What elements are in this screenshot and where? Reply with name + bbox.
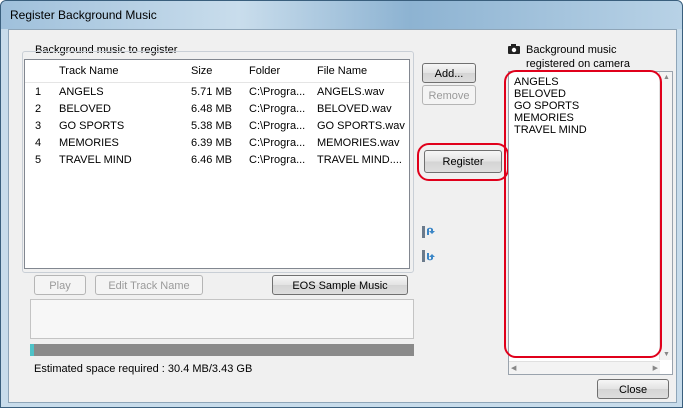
track-name-cell: GO SPORTS bbox=[59, 120, 125, 132]
column-folder[interactable]: Folder bbox=[249, 65, 280, 77]
dialog-window: Register Background Music Background mus… bbox=[0, 0, 683, 408]
list-header: Track Name Size Folder File Name bbox=[25, 60, 409, 83]
track-name-cell: ANGELS bbox=[59, 86, 104, 98]
camera-list-label-line2: registered on camera bbox=[526, 58, 630, 70]
table-row[interactable]: 1 ANGELS 5.71 MB C:\Progra... ANGELS.wav bbox=[25, 86, 409, 99]
table-row[interactable]: 2 BELOVED 6.48 MB C:\Progra... BELOVED.w… bbox=[25, 103, 409, 116]
row-number: 2 bbox=[35, 103, 42, 115]
track-name-cell: TRAVEL MIND bbox=[59, 154, 132, 166]
table-row[interactable]: 4 MEMORIES 6.39 MB C:\Progra... MEMORIES… bbox=[25, 137, 409, 150]
status-area bbox=[30, 299, 414, 339]
size-cell: 5.71 MB bbox=[191, 86, 232, 98]
folder-cell: C:\Progra... bbox=[249, 120, 306, 132]
row-number: 3 bbox=[35, 120, 42, 132]
table-row[interactable]: 3 GO SPORTS 5.38 MB C:\Progra... GO SPOR… bbox=[25, 120, 409, 133]
close-button[interactable]: Close bbox=[597, 379, 669, 399]
folder-cell: C:\Progra... bbox=[249, 103, 306, 115]
play-button[interactable]: Play bbox=[34, 275, 86, 295]
space-required-text: Estimated space required : 30.4 MB/3.43 … bbox=[34, 363, 253, 375]
size-cell: 5.38 MB bbox=[191, 120, 232, 132]
row-number: 4 bbox=[35, 137, 42, 149]
size-cell: 6.46 MB bbox=[191, 154, 232, 166]
file-name-cell: GO SPORTS.wav bbox=[317, 120, 405, 132]
track-list[interactable]: Track Name Size Folder File Name 1 ANGEL… bbox=[24, 59, 410, 269]
remove-button[interactable]: Remove bbox=[422, 85, 476, 105]
column-size[interactable]: Size bbox=[191, 65, 212, 77]
file-name-cell: MEMORIES.wav bbox=[317, 137, 400, 149]
file-name-cell: BELOVED.wav bbox=[317, 103, 392, 115]
size-cell: 6.39 MB bbox=[191, 137, 232, 149]
table-row[interactable]: 5 TRAVEL MIND 6.46 MB C:\Progra... TRAVE… bbox=[25, 154, 409, 167]
track-name-cell: MEMORIES bbox=[59, 137, 119, 149]
column-track-name[interactable]: Track Name bbox=[59, 65, 119, 77]
track-name-cell: BELOVED bbox=[59, 103, 111, 115]
folder-cell: C:\Progra... bbox=[249, 137, 306, 149]
file-name-cell: TRAVEL MIND.... bbox=[317, 154, 402, 166]
row-number: 1 bbox=[35, 86, 42, 98]
camera-list-label-line1: Background music bbox=[526, 44, 617, 56]
scroll-right-arrow-icon[interactable]: ▶ bbox=[653, 364, 658, 372]
space-progress-fill bbox=[30, 344, 34, 356]
window-title: Register Background Music bbox=[10, 8, 157, 22]
space-progress-bar bbox=[30, 344, 414, 356]
camera-list-highlight bbox=[504, 70, 662, 358]
edit-track-name-button[interactable]: Edit Track Name bbox=[95, 275, 203, 295]
title-bar[interactable]: Register Background Music bbox=[1, 1, 682, 29]
folder-cell: C:\Progra... bbox=[249, 154, 306, 166]
move-up-icon[interactable] bbox=[419, 223, 437, 241]
file-name-cell: ANGELS.wav bbox=[317, 86, 385, 98]
scroll-up-arrow-icon[interactable]: ▲ bbox=[663, 74, 670, 81]
scroll-left-arrow-icon[interactable]: ◀ bbox=[511, 364, 516, 372]
size-cell: 6.48 MB bbox=[191, 103, 232, 115]
row-number: 5 bbox=[35, 154, 42, 166]
folder-cell: C:\Progra... bbox=[249, 86, 306, 98]
register-button[interactable]: Register bbox=[424, 150, 502, 173]
add-button[interactable]: Add... bbox=[422, 63, 476, 83]
scroll-down-arrow-icon[interactable]: ▼ bbox=[663, 351, 670, 358]
camera-icon bbox=[508, 44, 520, 54]
horizontal-scrollbar[interactable]: ◀ ▶ bbox=[509, 361, 660, 374]
column-file-name[interactable]: File Name bbox=[317, 65, 367, 77]
move-down-icon[interactable] bbox=[419, 247, 437, 265]
eos-sample-music-button[interactable]: EOS Sample Music bbox=[272, 275, 408, 295]
